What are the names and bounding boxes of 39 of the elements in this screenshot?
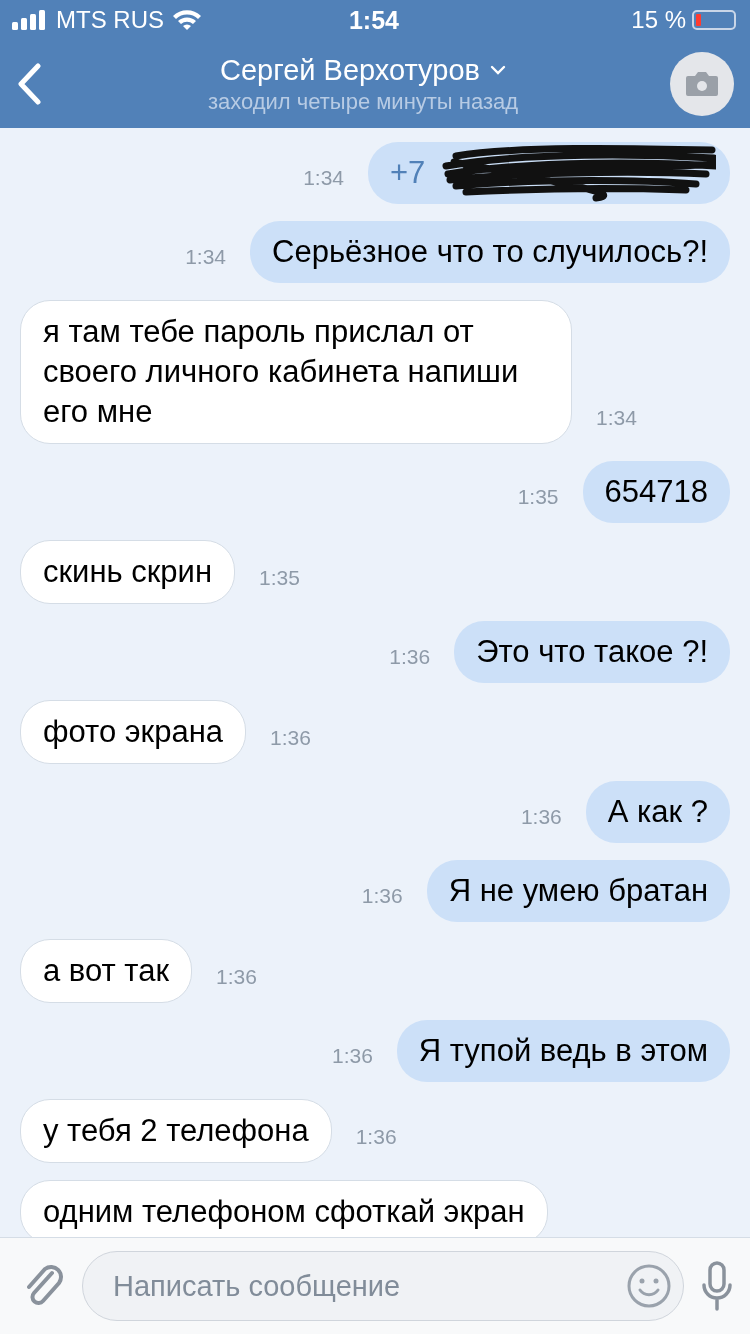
message-text: я там тебе пароль прислал от своего личного кабинета напиши его мне [43, 314, 519, 429]
message-text: Серьёзное что то случилось?! [272, 234, 708, 269]
message-time: 1:36 [270, 726, 311, 751]
message-text: а вот так [43, 953, 169, 988]
status-time: 1:54 [348, 5, 399, 35]
message-text: +7 [390, 155, 426, 190]
message-time: 1:36 [361, 884, 403, 909]
message-time: 1:36 [389, 645, 431, 670]
contact-name[interactable]: Сергей Верхотуров [220, 53, 480, 87]
last-seen-status: заходил четыре минуты назад [207, 88, 519, 115]
message-time: 1:35 [517, 485, 559, 510]
camera-icon [685, 71, 719, 97]
message-time: 1:36 [216, 965, 257, 990]
message-time: 1:34 [303, 166, 344, 191]
microphone-icon[interactable] [702, 1261, 732, 1311]
message-text: 654718 [604, 474, 708, 509]
message-text: Это что такое ?! [476, 634, 708, 669]
message-time: 1:34 [596, 406, 637, 431]
message-time: 1:36 [355, 1125, 397, 1150]
message-time: 1:36 [331, 1044, 373, 1069]
message-time: 1:35 [259, 566, 300, 591]
message-text: А как ? [607, 794, 708, 829]
wifi-icon [172, 9, 202, 31]
message-text: у тебя 2 телефона [43, 1113, 309, 1148]
carrier-name: MTS RUS [56, 6, 164, 34]
back-icon[interactable] [16, 63, 42, 105]
battery-icon [692, 10, 736, 30]
message-input-field[interactable]: Написать сообщение [82, 1251, 684, 1321]
message-text: Я не умею братан [448, 873, 708, 908]
message-text: скинь скрин [43, 554, 212, 589]
chevron-down-icon[interactable] [489, 65, 506, 75]
message-text: Я тупой ведь в этом [418, 1033, 708, 1068]
message-text: фото экрана [43, 714, 223, 749]
message-time: 1:36 [520, 805, 562, 830]
message-time: 1:34 [185, 245, 226, 270]
message-text: одним телефоном сфоткай экран [43, 1194, 525, 1229]
smiley-icon[interactable] [626, 1263, 672, 1309]
signal-icon [12, 10, 48, 30]
battery-percent: 15 % [631, 6, 686, 34]
